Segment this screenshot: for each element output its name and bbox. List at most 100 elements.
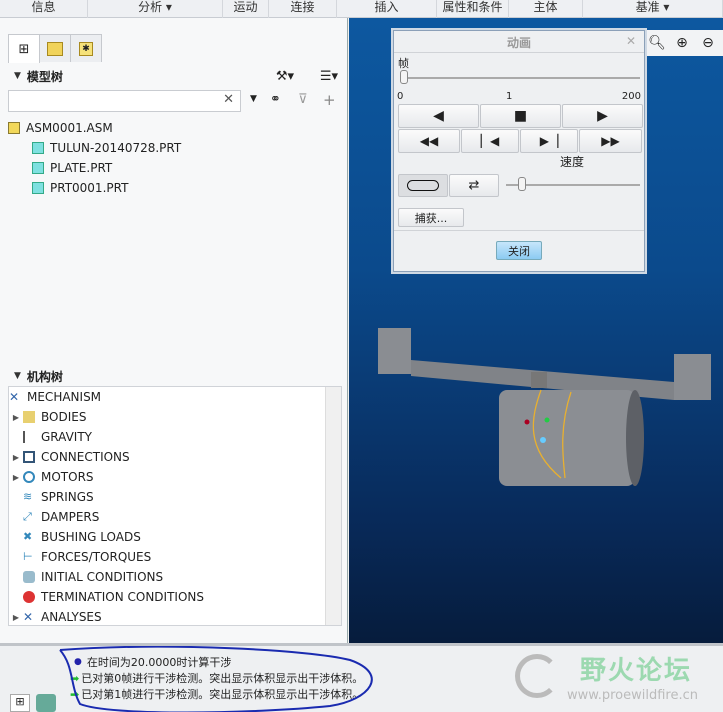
tree-item-label: FORCES/TORQUES <box>41 550 152 564</box>
tree-item-label: SPRINGS <box>41 490 94 504</box>
search-input[interactable]: ✕ <box>8 90 241 112</box>
tree-item-bushing-loads[interactable]: ✖ BUSHING LOADS <box>9 527 341 547</box>
filter-icon[interactable]: ⊽ <box>298 92 308 107</box>
tab-folders[interactable] <box>39 34 71 62</box>
menu-info[interactable]: 信息 <box>0 0 88 18</box>
expand-icon[interactable]: ▶ <box>9 613 23 622</box>
tree-item-forces[interactable]: ⊢ FORCES/TORQUES <box>9 547 341 567</box>
scrollbar[interactable] <box>325 387 341 625</box>
loop-icon <box>407 180 439 191</box>
expand-icon[interactable]: ▶ <box>9 473 23 482</box>
model-tree-title: 模型树 <box>26 69 63 84</box>
step-back-button[interactable]: ▏◀ <box>461 129 519 153</box>
tree-item-label: DAMPERS <box>41 510 100 524</box>
add-icon[interactable]: + <box>323 91 336 109</box>
expand-icon[interactable]: ▶ <box>9 453 23 462</box>
navigator-panel: ⊞ ✱ ▼ 模型树 ⚒▾ ☰▾ ✕ ▼ ⚭ ⊽ + ASM0001.ASM TUL… <box>0 18 348 643</box>
bottom-tab-browser[interactable] <box>36 694 56 712</box>
close-button[interactable]: 关闭 <box>496 241 542 260</box>
mechanism-tree: ✕ MECHANISM ▶ BODIES GRAVITY ▶ CONNECTIONS … <box>8 386 342 626</box>
dampers-icon: ⤢ <box>23 510 32 523</box>
play-backward-button[interactable]: ◀ <box>398 104 479 128</box>
part-icon <box>32 162 44 174</box>
close-icon[interactable]: ✕ <box>626 34 636 48</box>
tree-item-part[interactable]: PRT0001.PRT <box>8 178 342 198</box>
fast-forward-button[interactable]: ▶▶ <box>579 129 642 153</box>
menu-analysis[interactable]: 分析 ▾ <box>88 0 223 18</box>
frame-slider[interactable] <box>400 70 640 84</box>
tree-item-label: MOTORS <box>41 470 94 484</box>
force-icon: ⊢ <box>23 550 33 563</box>
tree-item-label: BODIES <box>41 410 87 424</box>
tree-item-springs[interactable]: ≋ SPRINGS <box>9 487 341 507</box>
clear-icon[interactable]: ✕ <box>223 92 234 107</box>
tree-item-label: PRT0001.PRT <box>50 181 129 195</box>
tree-item-connections[interactable]: ▶ CONNECTIONS <box>9 447 341 467</box>
tree-item-label: TERMINATION CONDITIONS <box>41 590 204 604</box>
model-tree-header[interactable]: ▼ 模型树 ⚒▾ ☰▾ <box>8 66 342 86</box>
binoculars-icon[interactable]: ⚭ <box>270 92 281 107</box>
mechanism-tree-header[interactable]: ▼ 机构树 <box>8 366 342 386</box>
speed-label: 速度 <box>560 155 585 169</box>
slider-thumb[interactable] <box>400 70 408 84</box>
tree-item-part[interactable]: TULUN-20140728.PRT <box>8 138 342 158</box>
tree-item-dampers[interactable]: ⤢ DAMPERS <box>9 507 341 527</box>
tree-item-label: MECHANISM <box>27 390 102 404</box>
tree-item-asm[interactable]: ASM0001.ASM <box>8 118 342 138</box>
tree-item-label: ASM0001.ASM <box>26 121 113 135</box>
frame-max: 200 <box>621 91 641 102</box>
tree-item-bodies[interactable]: ▶ BODIES <box>9 407 341 427</box>
dialog-title: 动画 <box>506 36 531 50</box>
speed-slider[interactable] <box>506 177 640 191</box>
analyses-icon: ✕ <box>23 610 34 624</box>
rewind-button[interactable]: ◀◀ <box>398 129 460 153</box>
play-forward-button[interactable]: ▶ <box>562 104 643 128</box>
message-area: ● 在时间为20.0000时计算干涉 ➡ 已对第0帧进行干涉检测。突出显示体积显示出… <box>0 643 723 712</box>
watermark-logo: 野火论坛 www.proewildfire.cn <box>515 650 720 710</box>
tree-item-termination[interactable]: TERMINATION CONDITIONS <box>9 587 341 607</box>
mechanism-icon: ✕ <box>9 390 20 404</box>
tab-favorites[interactable]: ✱ <box>70 34 102 62</box>
favorites-icon: ✱ <box>79 41 93 56</box>
stop-button[interactable]: ■ <box>480 104 561 128</box>
frame-label: 帧 <box>398 57 409 70</box>
menu-connect[interactable]: 连接 <box>269 0 337 18</box>
folders-icon <box>47 41 63 56</box>
menu-properties[interactable]: 属性和条件 <box>437 0 509 18</box>
tree-item-analyses[interactable]: ▶ ✕ ANALYSES <box>9 607 341 627</box>
part-icon <box>32 142 44 154</box>
tree-item-initial-conditions[interactable]: INITIAL CONDITIONS <box>9 567 341 587</box>
expand-icon[interactable]: ▶ <box>9 413 23 422</box>
step-forward-button[interactable]: ▶▕ <box>520 129 578 153</box>
tree-item-motors[interactable]: ▶ MOTORS <box>9 467 341 487</box>
connections-icon <box>23 451 35 463</box>
search-options-icon[interactable]: ▼ <box>250 94 257 104</box>
tree-item-label: GRAVITY <box>41 430 92 444</box>
assembly-icon <box>8 122 20 134</box>
slider-thumb[interactable] <box>518 177 526 191</box>
bottom-tab-tree[interactable]: ⊞ <box>10 694 30 712</box>
tab-model-tree[interactable]: ⊞ <box>8 34 40 63</box>
tree-item-label: PLATE.PRT <box>50 161 113 175</box>
bodies-icon <box>23 411 35 423</box>
menu-insert[interactable]: 插入 <box>337 0 437 18</box>
gravity-icon <box>23 431 35 443</box>
show-icon[interactable]: ☰▾ <box>320 69 338 84</box>
loop-repeat-button[interactable] <box>398 174 448 197</box>
settings-icon[interactable]: ⚒▾ <box>276 69 294 84</box>
springs-icon: ≋ <box>23 490 33 503</box>
tree-item-mechanism[interactable]: ✕ MECHANISM <box>9 387 341 407</box>
tree-item-label: TULUN-20140728.PRT <box>50 141 182 155</box>
loop-reverse-button[interactable]: ⇄ <box>449 174 499 197</box>
tree-item-label: CONNECTIONS <box>41 450 130 464</box>
motors-icon <box>23 471 35 483</box>
menu-body[interactable]: 主体 <box>509 0 583 18</box>
menu-motion[interactable]: 运动 <box>223 0 269 18</box>
tree-item-gravity[interactable]: GRAVITY <box>9 427 341 447</box>
menu-datum[interactable]: 基准 ▾ <box>583 0 723 18</box>
capture-button[interactable]: 捕获... <box>398 208 464 227</box>
reverse-loop-icon: ⇄ <box>468 178 480 193</box>
tree-item-label: BUSHING LOADS <box>41 530 141 544</box>
tree-item-label: INITIAL CONDITIONS <box>41 570 164 584</box>
tree-item-part[interactable]: PLATE.PRT <box>8 158 342 178</box>
